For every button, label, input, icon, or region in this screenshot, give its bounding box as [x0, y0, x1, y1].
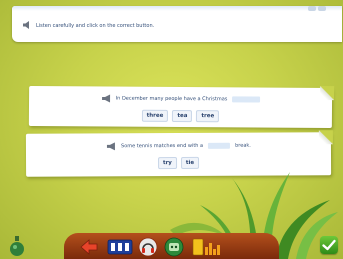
check-answer-button[interactable] [320, 236, 338, 254]
bar-chart-icon[interactable] [192, 237, 222, 257]
speaker-icon[interactable] [106, 142, 118, 151]
sentence-suffix-text: break. [235, 142, 251, 149]
option-button-tea[interactable]: tea [172, 109, 193, 123]
speaker-icon[interactable] [101, 94, 113, 103]
answer-options-2: try tie [26, 156, 331, 170]
question-card-2: Some tennis matches end with a break. tr… [25, 130, 333, 177]
potion-bottle-icon[interactable] [8, 235, 26, 257]
robot-helper-icon[interactable] [164, 237, 184, 257]
sentence-row-2: Some tennis matches end with a break. [26, 141, 331, 151]
option-button-tie[interactable]: tie [180, 156, 200, 169]
scoreboard-icon[interactable] [107, 237, 133, 257]
option-button-tree[interactable]: tree [196, 110, 220, 123]
scroll-left-control[interactable] [308, 6, 316, 11]
checkmark-icon [322, 239, 336, 251]
headphones-icon[interactable] [138, 237, 158, 257]
scroll-right-control[interactable] [318, 6, 326, 11]
question-card-1: In December many people have a Christmas… [28, 85, 335, 129]
sentence-row-1: In December many people have a Christmas [29, 94, 332, 104]
option-button-three[interactable]: three [141, 109, 169, 122]
back-arrow-icon[interactable] [79, 237, 99, 257]
activity-stage: Listen carefully and click on the correc… [0, 0, 343, 259]
sentence-text: In December many people have a Christmas [115, 95, 228, 103]
banner-top-strip [12, 6, 342, 11]
instruction-banner: Listen carefully and click on the correc… [12, 6, 342, 42]
answer-blank [232, 96, 261, 103]
answer-options-1: three tea tree [29, 109, 332, 123]
option-button-try[interactable]: try [157, 157, 177, 170]
instruction-text: Listen carefully and click on the correc… [36, 23, 155, 29]
sentence-text: Some tennis matches end with a [121, 142, 204, 150]
answer-blank [208, 142, 231, 149]
instruction-speaker-icon[interactable] [22, 20, 32, 30]
